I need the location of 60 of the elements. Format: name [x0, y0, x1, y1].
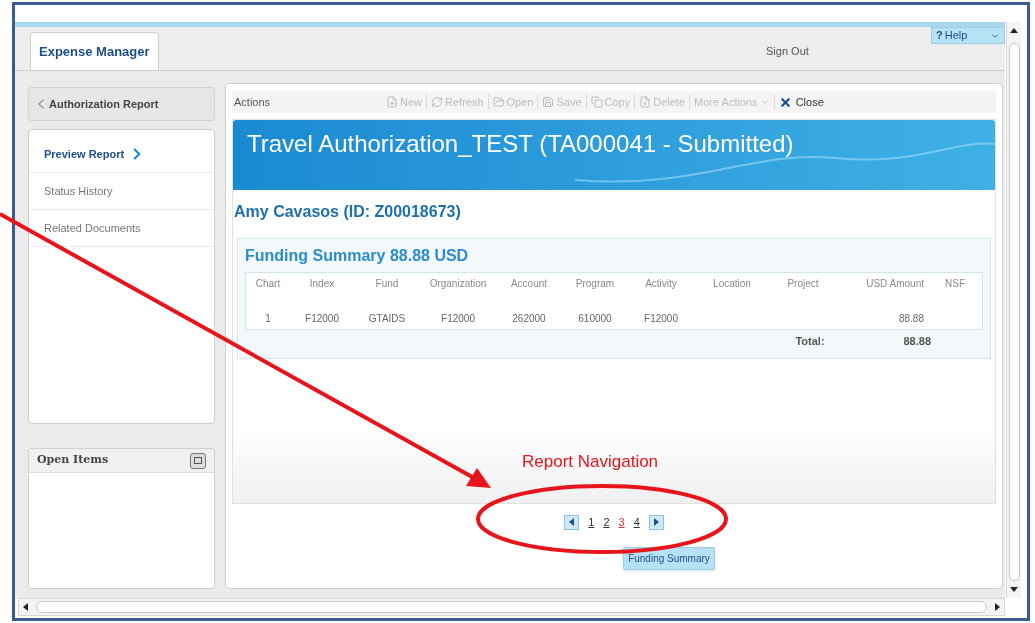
- column-header: Account: [509, 277, 549, 291]
- table-cell: F12000: [644, 312, 678, 324]
- scroll-right-icon: [995, 603, 1000, 611]
- scroll-left-icon: [23, 603, 28, 611]
- open-items-title: Open Items: [37, 452, 109, 469]
- table-cell: 262000: [512, 312, 546, 324]
- column-header: Location: [712, 277, 752, 291]
- back-button[interactable]: Authorization Report: [28, 87, 215, 121]
- next-page-button[interactable]: [648, 514, 664, 530]
- column-header: Organization: [428, 277, 488, 291]
- nav-item[interactable]: Related Documents: [29, 210, 214, 247]
- copy-icon: [590, 96, 603, 108]
- close-button[interactable]: Close: [774, 93, 828, 111]
- table-cell: F12000: [305, 312, 339, 324]
- column-header: USD Amount: [865, 277, 925, 291]
- caret-icon: [759, 97, 770, 107]
- annotation-label: Report Navigation: [522, 451, 659, 473]
- folder-icon: [492, 96, 505, 108]
- column-header: Chart: [254, 277, 282, 291]
- new-file-icon: [386, 96, 398, 108]
- window-icon: [194, 457, 202, 464]
- total-value: 88.88: [903, 334, 931, 347]
- page-link[interactable]: 3: [618, 513, 625, 531]
- close-icon: [778, 95, 792, 109]
- help-mark: ?: [936, 28, 943, 44]
- help-button[interactable]: ? Help: [931, 27, 1005, 44]
- delete-file-icon: [639, 96, 652, 108]
- page-link[interactable]: 1: [588, 513, 595, 531]
- sign-out-link[interactable]: Sign Out: [766, 43, 809, 60]
- table-cell: GTAIDS: [368, 312, 406, 324]
- scroll-up-icon: [1010, 28, 1018, 33]
- nav-item[interactable]: Status History: [29, 173, 214, 210]
- total-label: Total:: [795, 334, 825, 347]
- column-header: Program: [574, 277, 616, 291]
- page-link[interactable]: 4: [633, 513, 640, 531]
- table-cell: F12000: [441, 312, 475, 324]
- maximize-button[interactable]: [190, 452, 206, 469]
- actions-label: Actions: [233, 94, 272, 110]
- previous-page-button[interactable]: [564, 514, 580, 530]
- refresh-icon: [431, 96, 443, 108]
- person-name: Amy Cavasos (ID: Z00018673): [234, 202, 462, 222]
- left-triangle-icon: [569, 518, 575, 526]
- nav-item[interactable]: Preview Report: [29, 136, 214, 173]
- column-header: Activity: [644, 277, 678, 291]
- column-header: Project: [786, 277, 820, 291]
- column-header: NSF: [944, 277, 966, 291]
- table-cell: 1: [265, 312, 271, 324]
- column-header: Fund: [374, 277, 400, 291]
- funding-summary-tab[interactable]: Funding Summary: [623, 547, 715, 570]
- table-cell: 610000: [578, 312, 612, 324]
- table-cell: 88.88: [898, 312, 924, 324]
- page-link[interactable]: 2: [603, 513, 610, 531]
- save-icon: [542, 96, 555, 108]
- right-triangle-icon: [653, 518, 659, 526]
- column-header: Index: [308, 277, 336, 291]
- scroll-down-icon: [1010, 587, 1018, 592]
- help-label: Help: [944, 28, 968, 44]
- funding-title: Funding Summary 88.88 USD: [245, 247, 469, 264]
- report-title: Travel Authorization_TEST (TA000041 - Submitted): [247, 130, 794, 157]
- app-tab[interactable]: Expense Manager: [30, 32, 159, 70]
